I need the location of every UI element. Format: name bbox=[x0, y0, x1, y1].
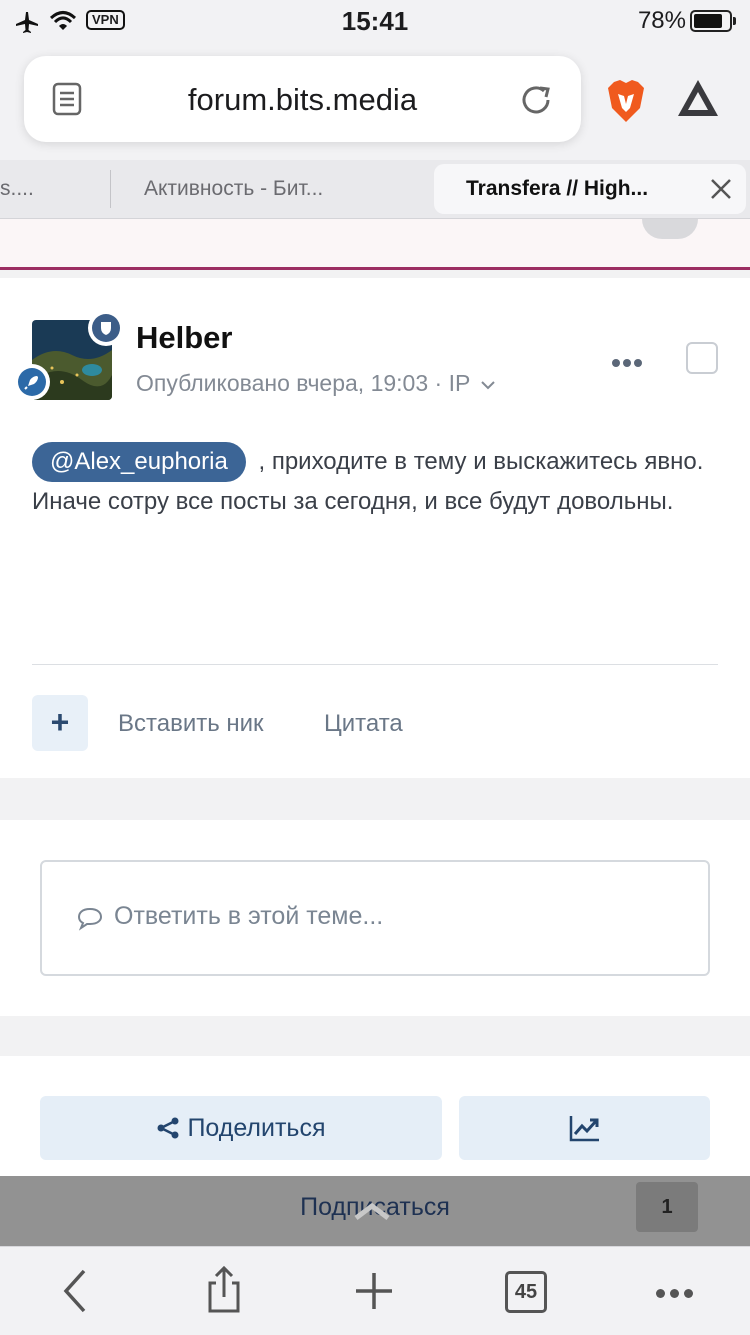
back-icon[interactable] bbox=[62, 1269, 88, 1313]
subscriber-count: 1 bbox=[636, 1182, 698, 1232]
tab-item[interactable]: s.... bbox=[0, 160, 100, 218]
share-sheet-icon[interactable] bbox=[204, 1265, 244, 1315]
select-post-checkbox[interactable] bbox=[686, 342, 718, 374]
quote-button[interactable]: Цитата bbox=[324, 710, 403, 738]
menu-icon[interactable] bbox=[656, 1285, 693, 1303]
url-text: forum.bits.media bbox=[187, 82, 418, 117]
tab-item[interactable]: Активность - Бит... bbox=[144, 160, 404, 218]
comment-icon bbox=[77, 907, 103, 931]
reply-input[interactable]: Ответить в этой теме... bbox=[40, 860, 710, 976]
post-text-1: , приходите в тему и выскажитесь явно. bbox=[258, 448, 704, 475]
tabs-count-button[interactable]: 45 bbox=[505, 1271, 547, 1313]
tab-active-label: Transfera // High... bbox=[466, 177, 649, 200]
divider bbox=[32, 664, 718, 665]
share-icon bbox=[157, 1117, 179, 1139]
battery-icon bbox=[690, 10, 736, 32]
tab-active[interactable]: Transfera // High... bbox=[434, 164, 746, 214]
browser-bottom-bar: 45 bbox=[0, 1246, 750, 1335]
rocket-icon bbox=[24, 376, 38, 390]
mention-link[interactable]: @Alex_euphoria bbox=[32, 442, 246, 482]
post-author[interactable]: Helber bbox=[136, 320, 232, 356]
post-meta: Опубликовано вчера, 19:03 · IP bbox=[136, 370, 496, 397]
reply-card: Ответить в этой теме... bbox=[0, 820, 750, 1016]
address-bar[interactable]: forum.bits.media bbox=[24, 56, 581, 142]
battery-percent: 78% bbox=[637, 7, 686, 34]
moderator-badge bbox=[88, 310, 124, 346]
browser-toolbar: forum.bits.media bbox=[0, 44, 750, 160]
brave-shield-icon[interactable] bbox=[606, 78, 646, 124]
share-button[interactable]: Поделиться bbox=[40, 1096, 442, 1160]
post-text-2: Иначе сотру все посты за сегодня, и все … bbox=[32, 488, 674, 515]
close-icon[interactable] bbox=[710, 178, 732, 200]
chart-line-icon bbox=[569, 1116, 599, 1142]
multiquote-button[interactable]: + bbox=[32, 695, 88, 751]
reply-placeholder: Ответить в этой теме... bbox=[114, 902, 384, 930]
scroll-top-button[interactable] bbox=[642, 219, 698, 239]
insert-nick-button[interactable]: Вставить ник bbox=[118, 710, 264, 738]
tab-separator bbox=[110, 170, 111, 208]
shield-icon bbox=[101, 322, 111, 335]
chevron-up-icon[interactable] bbox=[352, 1202, 392, 1220]
brave-rewards-icon[interactable] bbox=[676, 78, 720, 118]
post-card: Helber Опубликовано вчера, 19:03 · IP @A… bbox=[0, 278, 750, 778]
rank-badge bbox=[14, 364, 50, 400]
post-date: Опубликовано вчера, 19:03 · IP bbox=[136, 370, 470, 396]
stats-button[interactable] bbox=[459, 1096, 710, 1160]
share-label: Поделиться bbox=[187, 1114, 326, 1142]
subscribe-overlay: Подписаться 1 bbox=[0, 1176, 750, 1246]
reload-icon[interactable] bbox=[518, 82, 554, 118]
post-content: @Alex_euphoria , приходите в тему и выск… bbox=[32, 442, 722, 522]
chevron-down-icon[interactable] bbox=[480, 379, 496, 391]
more-options-icon[interactable] bbox=[612, 354, 645, 372]
status-bar: VPN 15:41 78% bbox=[0, 0, 750, 44]
new-tab-icon[interactable] bbox=[354, 1271, 394, 1311]
tab-strip: s.... Активность - Бит... Transfera // H… bbox=[0, 160, 750, 219]
page-header-strip bbox=[0, 219, 750, 270]
